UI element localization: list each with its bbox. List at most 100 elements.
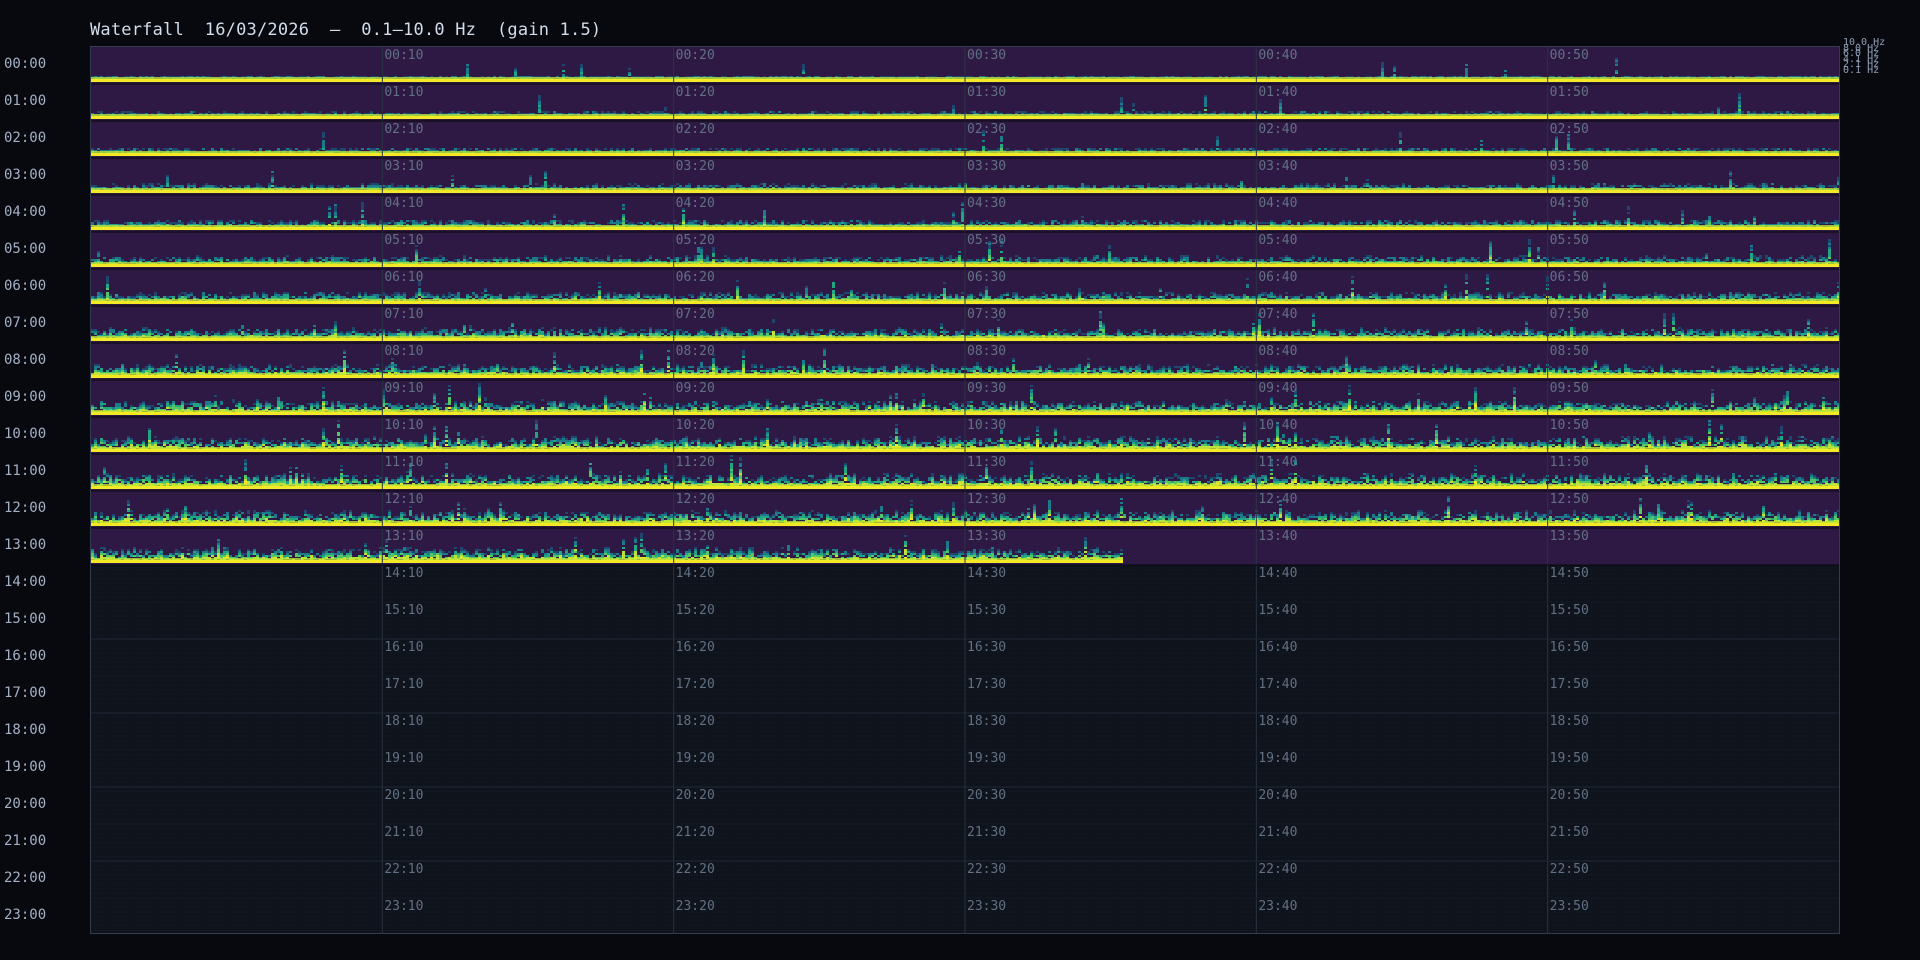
minute-label: 07:40 [1258, 307, 1297, 322]
hour-label: 23:00 [4, 897, 46, 934]
minute-label: 03:50 [1550, 159, 1589, 174]
minute-label: 23:20 [676, 899, 715, 914]
hour-label: 18:00 [4, 712, 46, 749]
minute-label: 18:10 [384, 714, 423, 729]
minute-label: 14:50 [1550, 566, 1589, 581]
minute-label: 18:50 [1550, 714, 1589, 729]
minute-label: 00:20 [676, 48, 715, 63]
minute-label: 22:20 [676, 862, 715, 877]
waterfall-plot[interactable]: 00:10 00:20 00:30 00:40 00:50 01:10 01:20 01:30… [90, 46, 1840, 934]
hour-label: 08:00 [4, 342, 46, 379]
minute-label: 14:20 [676, 566, 715, 581]
hour-label: 20:00 [4, 786, 46, 823]
minute-label: 12:40 [1258, 492, 1297, 507]
minute-label: 14:40 [1258, 566, 1297, 581]
minute-label: 05:20 [676, 233, 715, 248]
minute-label: 19:10 [384, 751, 423, 766]
hour-label: 16:00 [4, 638, 46, 675]
minute-label: 11:50 [1550, 455, 1589, 470]
minute-label: 11:10 [384, 455, 423, 470]
minute-label: 08:30 [967, 344, 1006, 359]
minute-label: 22:10 [384, 862, 423, 877]
hour-label: 06:00 [4, 268, 46, 305]
minute-label: 16:10 [384, 640, 423, 655]
minute-label: 14:30 [967, 566, 1006, 581]
minute-label: 05:30 [967, 233, 1006, 248]
minute-label: 03:40 [1258, 159, 1297, 174]
minute-label: 23:50 [1550, 899, 1589, 914]
minute-label: 17:40 [1258, 677, 1297, 692]
minute-label: 06:10 [384, 270, 423, 285]
minute-label: 19:50 [1550, 751, 1589, 766]
minute-label: 20:10 [384, 788, 423, 803]
minute-label: 06:50 [1550, 270, 1589, 285]
minute-label: 21:30 [967, 825, 1006, 840]
minute-label: 08:40 [1258, 344, 1297, 359]
hour-label: 07:00 [4, 305, 46, 342]
hour-label: 04:00 [4, 194, 46, 231]
minute-label: 00:10 [384, 48, 423, 63]
minute-label: 06:30 [967, 270, 1006, 285]
minute-label: 01:40 [1258, 85, 1297, 100]
hour-label: 13:00 [4, 527, 46, 564]
minute-label: 04:50 [1550, 196, 1589, 211]
minute-label: 12:30 [967, 492, 1006, 507]
minute-label: 08:20 [676, 344, 715, 359]
minute-label: 07:10 [384, 307, 423, 322]
minute-label: 03:20 [676, 159, 715, 174]
minute-label: 00:50 [1550, 48, 1589, 63]
minute-label: 02:20 [676, 122, 715, 137]
minute-label: 07:50 [1550, 307, 1589, 322]
minute-label: 21:10 [384, 825, 423, 840]
minute-label: 20:50 [1550, 788, 1589, 803]
minute-label: 12:20 [676, 492, 715, 507]
minute-label: 17:20 [676, 677, 715, 692]
minute-label: 18:30 [967, 714, 1006, 729]
minute-label: 01:10 [384, 85, 423, 100]
minute-label: 10:40 [1258, 418, 1297, 433]
hour-label: 14:00 [4, 564, 46, 601]
minute-label: 19:40 [1258, 751, 1297, 766]
freq-label: 0.1 Hz [1843, 65, 1885, 74]
hour-label: 00:00 [4, 46, 46, 83]
minute-label: 19:30 [967, 751, 1006, 766]
hour-label: 11:00 [4, 453, 46, 490]
minute-label: 23:10 [384, 899, 423, 914]
minute-label: 14:10 [384, 566, 423, 581]
minute-label: 15:20 [676, 603, 715, 618]
minute-label: 05:50 [1550, 233, 1589, 248]
minute-label: 07:30 [967, 307, 1006, 322]
hour-label: 22:00 [4, 860, 46, 897]
minute-label: 00:40 [1258, 48, 1297, 63]
frequency-legend: 10.0 Hz 8.0 Hz 6.0 Hz 4.1 Hz 2.1 Hz 0.1 … [1843, 38, 1885, 75]
minute-label: 01:30 [967, 85, 1006, 100]
minute-label: 09:40 [1258, 381, 1297, 396]
minute-label: 20:20 [676, 788, 715, 803]
minute-label: 20:30 [967, 788, 1006, 803]
minute-label: 13:30 [967, 529, 1006, 544]
hour-label: 19:00 [4, 749, 46, 786]
waterfall-title: Waterfall 16/03/2026 — 0.1–10.0 Hz (gain… [90, 20, 601, 40]
minute-label: 12:10 [384, 492, 423, 507]
minute-label: 15:50 [1550, 603, 1589, 618]
minute-label: 23:40 [1258, 899, 1297, 914]
minute-label: 16:40 [1258, 640, 1297, 655]
minute-label: 21:20 [676, 825, 715, 840]
hour-label: 01:00 [4, 83, 46, 120]
minute-label: 01:50 [1550, 85, 1589, 100]
minute-label: 05:10 [384, 233, 423, 248]
minute-label: 08:50 [1550, 344, 1589, 359]
minute-label: 12:50 [1550, 492, 1589, 507]
hour-label: 15:00 [4, 601, 46, 638]
minute-label: 22:50 [1550, 862, 1589, 877]
minute-label: 09:20 [676, 381, 715, 396]
minute-label: 02:30 [967, 122, 1006, 137]
minute-label: 00:30 [967, 48, 1006, 63]
hour-label: 10:00 [4, 416, 46, 453]
minute-label: 11:30 [967, 455, 1006, 470]
minute-label: 15:40 [1258, 603, 1297, 618]
minute-label: 04:10 [384, 196, 423, 211]
minute-label: 11:20 [676, 455, 715, 470]
minute-label: 13:10 [384, 529, 423, 544]
minute-label: 23:30 [967, 899, 1006, 914]
